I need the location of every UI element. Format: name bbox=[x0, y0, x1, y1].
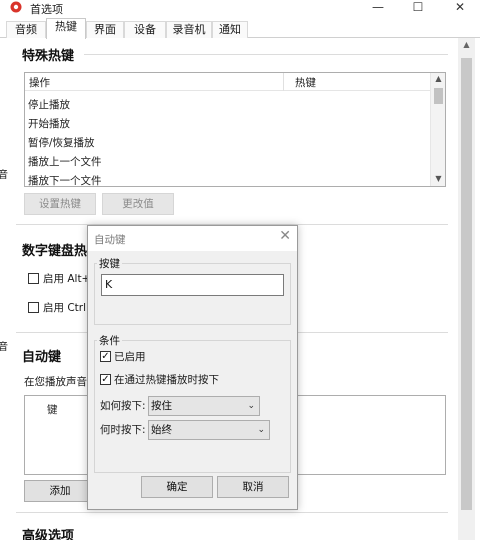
conditions-legend: 条件 bbox=[97, 333, 122, 348]
list-item[interactable]: 播放下一个文件 bbox=[28, 173, 102, 186]
group-divider bbox=[84, 54, 448, 55]
tab-recorder[interactable]: 录音机 bbox=[166, 21, 212, 38]
tab-notifications[interactable]: 通知 bbox=[212, 21, 248, 38]
hotkey-press-checkbox[interactable]: ✓ bbox=[100, 374, 111, 385]
scroll-up-icon[interactable]: ▲ bbox=[431, 73, 445, 85]
scroll-up-icon[interactable]: ▲ bbox=[458, 38, 475, 52]
close-icon[interactable]: ✕ bbox=[279, 228, 291, 244]
column-header-action[interactable]: 操作 bbox=[29, 75, 50, 90]
dialog-body: 按键 K 条件 ✓ 已启用 ✓ 在通过热键播放时按下 如何按下: 按住 ⌄ 何时… bbox=[88, 251, 297, 509]
enable-ctrl-checkbox[interactable] bbox=[28, 302, 39, 313]
ok-button[interactable]: 确定 bbox=[141, 476, 213, 498]
how-press-label: 如何按下: bbox=[100, 400, 146, 412]
tab-interface[interactable]: 界面 bbox=[86, 21, 124, 38]
autokey-dialog: 自动键 ✕ 按键 K 条件 ✓ 已启用 ✓ 在通过热键播放时按下 如何按下: 按… bbox=[87, 225, 298, 510]
how-press-select[interactable]: 按住 ⌄ bbox=[148, 396, 260, 416]
hotkey-press-label: 在通过热键播放时按下 bbox=[114, 374, 219, 386]
cancel-button[interactable]: 取消 bbox=[217, 476, 289, 498]
group-title-special-hotkeys: 特殊热键 bbox=[22, 49, 75, 64]
how-press-value: 按住 bbox=[151, 400, 172, 412]
minimize-button[interactable]: — bbox=[361, 0, 395, 16]
chevron-down-icon: ⌄ bbox=[257, 425, 265, 435]
enable-alt-checkbox[interactable] bbox=[28, 273, 39, 284]
enable-alt-label: 启用 Alt+ bbox=[43, 273, 91, 285]
left-edge-text: 音 bbox=[0, 342, 8, 353]
title-bar: 首选项 — ☐ ✕ bbox=[0, 0, 480, 18]
tab-audio[interactable]: 音频 bbox=[6, 21, 46, 38]
close-button[interactable]: ✕ bbox=[443, 0, 477, 16]
group-title-autokey: 自动键 bbox=[22, 350, 62, 365]
tab-strip: 音频 热键 界面 设备 录音机 通知 bbox=[0, 18, 480, 39]
group-title-advanced: 高级选项 bbox=[22, 529, 75, 540]
when-press-select[interactable]: 始终 ⌄ bbox=[148, 420, 270, 440]
hotkey-list[interactable]: 操作 热键 停止播放 开始播放 暂停/恢复播放 播放上一个文件 播放下一个文件 … bbox=[24, 72, 446, 187]
column-separator[interactable] bbox=[283, 73, 284, 91]
key-legend: 按键 bbox=[97, 256, 122, 271]
list-item[interactable]: 开始播放 bbox=[28, 116, 70, 131]
scroll-down-icon[interactable]: ▼ bbox=[431, 173, 445, 185]
tab-devices[interactable]: 设备 bbox=[124, 21, 166, 38]
column-header-key[interactable]: 键 bbox=[47, 402, 58, 417]
add-autokey-button[interactable]: 添加 bbox=[24, 480, 96, 502]
list-item[interactable]: 播放上一个文件 bbox=[28, 154, 102, 169]
dialog-title: 自动键 bbox=[94, 234, 126, 246]
window-title: 首选项 bbox=[30, 3, 63, 16]
key-input[interactable]: K bbox=[101, 274, 284, 296]
list-item[interactable]: 停止播放 bbox=[28, 97, 70, 112]
enabled-checkbox[interactable]: ✓ bbox=[100, 351, 111, 362]
maximize-button[interactable]: ☐ bbox=[401, 0, 435, 16]
group-border bbox=[16, 512, 448, 513]
tab-hotkeys[interactable]: 热键 bbox=[46, 18, 86, 39]
column-header-hotkey[interactable]: 热键 bbox=[295, 75, 316, 90]
chevron-down-icon: ⌄ bbox=[247, 401, 255, 411]
scroll-thumb[interactable] bbox=[434, 88, 443, 104]
scroll-thumb[interactable] bbox=[461, 58, 472, 510]
list-item[interactable]: 暂停/恢复播放 bbox=[28, 135, 95, 150]
list-scrollbar[interactable]: ▲ ▼ bbox=[430, 73, 445, 186]
when-press-value: 始终 bbox=[151, 424, 172, 436]
change-value-button[interactable]: 更改值 bbox=[102, 193, 174, 215]
group-title-numpad: 数字键盘热 bbox=[22, 244, 88, 259]
left-edge-text: 音 bbox=[0, 170, 8, 181]
page-scrollbar[interactable]: ▲ bbox=[458, 38, 475, 540]
list-header: 操作 热键 bbox=[25, 73, 431, 91]
set-hotkey-button[interactable]: 设置热键 bbox=[24, 193, 96, 215]
enabled-label: 已启用 bbox=[114, 351, 146, 363]
when-press-label: 何时按下: bbox=[100, 424, 146, 436]
app-logo-icon bbox=[10, 1, 22, 13]
left-edge: 音 音 bbox=[0, 38, 10, 540]
